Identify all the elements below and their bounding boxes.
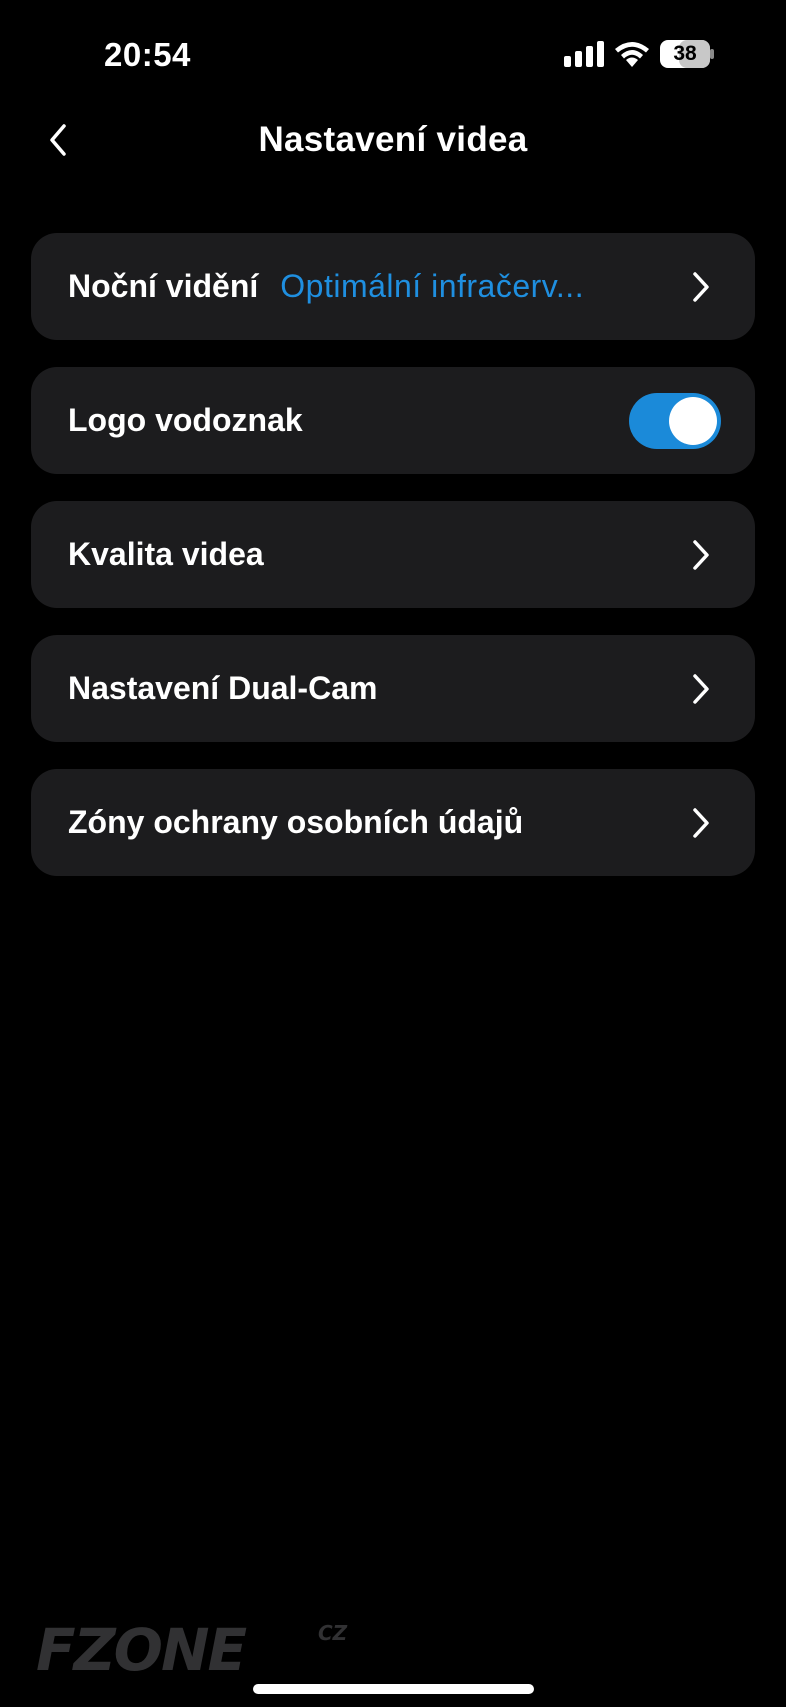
wifi-icon [615,42,649,67]
nav-bar: Nastavení videa [0,100,786,180]
privacy-zones-label: Zóny ochrany osobních údajů [68,804,524,840]
page-title: Nastavení videa [258,120,528,159]
dual-cam-row[interactable]: Nastavení Dual-Cam [31,635,755,742]
chevron-left-icon [50,124,66,156]
logo-watermark-label: Logo vodoznak [68,402,303,438]
video-quality-row[interactable]: Kvalita videa [31,501,755,608]
svg-text:CZ: CZ [318,1621,348,1645]
home-indicator[interactable] [253,1684,534,1694]
chevron-right-icon [693,807,709,838]
night-vision-row[interactable]: Noční vidění Optimální infračerv... [31,233,755,340]
video-quality-label: Kvalita videa [68,536,264,572]
night-vision-label: Noční vidění [68,268,259,304]
status-bar: 20:54 38 [0,0,786,110]
fzone-watermark-logo: FZONE CZ [36,1618,348,1678]
privacy-zones-row[interactable]: Zóny ochrany osobních údajů [31,769,755,876]
chevron-right-icon [693,271,709,302]
status-time: 20:54 [104,36,191,73]
back-button[interactable] [36,114,80,166]
battery-level: 38 [673,42,697,65]
dual-cam-label: Nastavení Dual-Cam [68,670,378,706]
signal-icon [564,41,604,67]
chevron-right-icon [693,673,709,704]
toggle-knob [669,396,717,445]
status-icons: 38 [564,40,714,68]
logo-watermark-toggle[interactable] [629,392,721,449]
settings-list: Noční vidění Optimální infračerv... Logo… [31,233,755,903]
svg-text:FZONE: FZONE [36,1618,247,1678]
chevron-right-icon [693,539,709,570]
battery-indicator: 38 [660,40,714,68]
logo-watermark-row: Logo vodoznak [31,367,755,474]
night-vision-value: Optimální infračerv... [280,268,585,304]
